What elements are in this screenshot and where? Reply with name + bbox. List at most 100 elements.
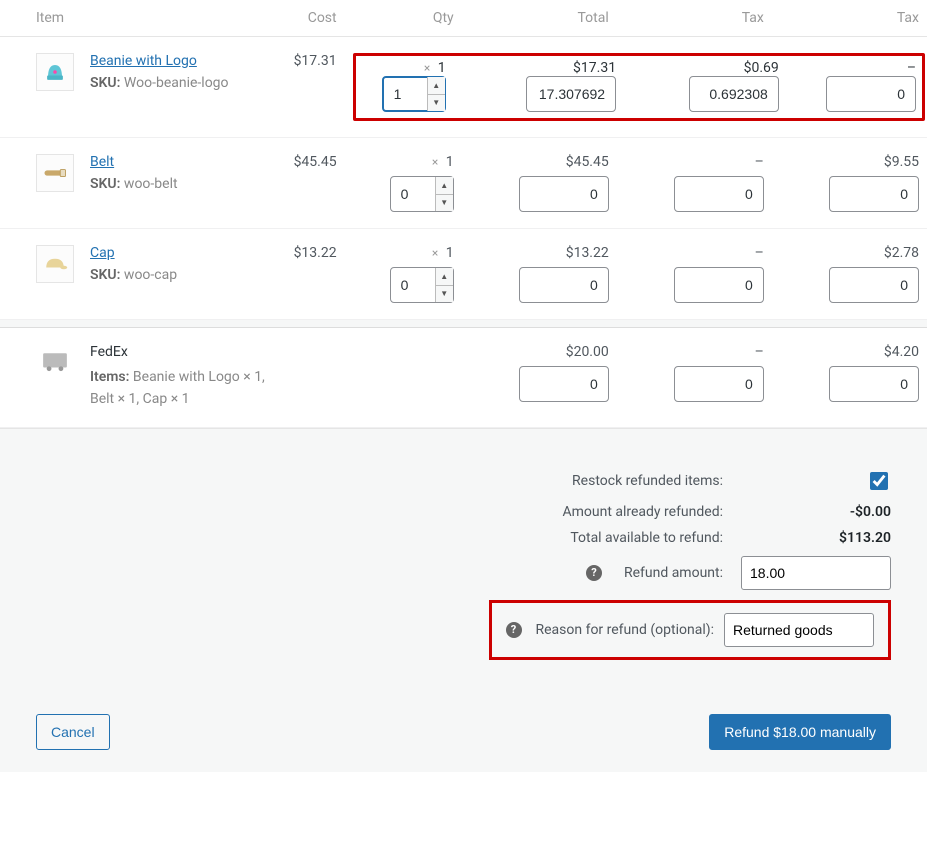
shipping-refund-tax1-input[interactable] [674,366,764,402]
sku-value: woo-belt [124,176,178,192]
cancel-button[interactable]: Cancel [36,714,110,750]
shipping-items-label: Items: [90,369,129,385]
available-refund-row: Total available to refund: $113.20 [36,530,891,546]
refund-tax2-input[interactable] [829,176,919,212]
stepper-up-icon[interactable]: ▲ [436,268,453,286]
refund-qty-display: × 1 [353,245,454,261]
shipping-refund-tax2-input[interactable] [829,366,919,402]
stepper-down-icon[interactable]: ▼ [436,286,453,303]
header-item: Item [0,0,286,37]
refund-tax1-input[interactable] [689,76,779,112]
cost-cell: $17.31 [286,37,345,138]
refund-tax1-cell: – [617,229,772,320]
stepper-down-icon[interactable]: ▼ [436,195,453,212]
refund-tax2-input[interactable] [829,267,919,303]
refund-total-display: $45.45 [470,154,609,170]
product-thumbnail[interactable] [36,53,74,91]
cost-cell: $45.45 [286,138,345,229]
refund-total-cell: $45.45 [462,138,617,229]
refund-tax1-display: – [625,245,764,261]
restock-row: Restock refunded items: [36,469,891,494]
available-refund-label: Total available to refund: [570,530,723,546]
header-tax1: Tax [617,0,772,37]
product-link[interactable]: Cap [90,245,115,261]
item-name-cell: Cap SKU: woo-cap [82,229,286,320]
refund-tax1-input[interactable] [674,176,764,212]
sku-value: Woo-beanie-logo [124,75,229,91]
sku-value: woo-cap [124,267,177,283]
header-cost: Cost [286,0,345,37]
shipping-refund-tax2-display: $4.20 [780,344,919,360]
refund-tax2-display: – [907,60,916,76]
stepper-up-icon[interactable]: ▲ [428,77,445,95]
refund-total-input[interactable] [519,267,609,303]
restock-label: Restock refunded items: [572,473,723,489]
refund-tax2-display: $9.55 [780,154,919,170]
refund-amount-input[interactable] [741,556,891,590]
refund-reason-label: Reason for refund (optional): [536,622,715,638]
help-icon[interactable]: ? [506,622,522,638]
refund-highlight-group: × 1▲▼ $17.31 $0.69 – [345,37,927,138]
stepper-up-icon[interactable]: ▲ [436,177,453,195]
product-thumbnail[interactable] [36,154,74,192]
refund-amount-row: ? Refund amount: [36,556,891,590]
product-link[interactable]: Belt [90,154,114,170]
shipping-method: FedEx [90,344,278,360]
refund-total-display: $13.22 [470,245,609,261]
refund-qty-cell: × 1 ▲▼ [345,138,462,229]
restock-checkbox[interactable] [870,472,888,490]
product-thumbnail[interactable] [36,245,74,283]
refund-tax1-cell: – [617,138,772,229]
refund-tax2-display: $2.78 [780,245,919,261]
shipping-refund-total-display: $20.00 [470,344,609,360]
refund-total-cell: $13.22 [462,229,617,320]
table-row: BeltSKU: woo-belt$45.45× 1▲▼$45.45–$9.55 [0,138,927,229]
refund-totals: Restock refunded items: Amount already r… [0,428,927,700]
header-qty: Qty [345,0,462,37]
refund-tax2-input[interactable] [826,76,916,112]
stepper-down-icon[interactable]: ▼ [428,95,445,112]
sku-label: SKU: [90,176,120,192]
refund-tax2-cell: $2.78 [772,229,927,320]
refund-tax1-display: – [625,154,764,170]
product-link[interactable]: Beanie with Logo [90,53,197,69]
order-items-panel: Item Cost Qty Total Tax Tax Beanie with … [0,0,927,772]
shipping-refund-tax1-cell: – [617,328,772,428]
header-tax2: Tax [772,0,927,37]
already-refunded-row: Amount already refunded: -$0.00 [36,504,891,520]
refund-tax2-cell: $9.55 [772,138,927,229]
cost-cell: $13.22 [286,229,345,320]
refund-amount-label: Refund amount: [624,565,723,581]
sku-label: SKU: [90,267,120,283]
refund-reason-row: ? Reason for refund (optional): [36,600,891,660]
item-name-cell: Beanie with Logo SKU: Woo-beanie-logo [82,37,286,138]
header-total: Total [462,0,617,37]
shipping-refund-total-cell: $20.00 [462,328,617,428]
table-row: Beanie with Logo SKU: Woo-beanie-logo $17.… [0,37,927,138]
available-refund-value: $113.20 [741,530,891,546]
shipping-name-cell: FedExItems: Beanie with Logo × 1, Belt ×… [82,328,286,428]
refund-total-input[interactable] [519,176,609,212]
truck-icon [36,344,74,372]
refund-tax1-input[interactable] [674,267,764,303]
reason-highlight: ? Reason for refund (optional): [489,600,892,660]
refund-manually-button[interactable]: Refund $18.00 manually [709,714,891,750]
refund-qty-cell: × 1 ▲▼ [345,229,462,320]
refund-reason-input[interactable] [724,613,874,647]
items-table: Item Cost Qty Total Tax Tax Beanie with … [0,0,927,428]
item-name-cell: Belt SKU: woo-belt [82,138,286,229]
refund-total-input[interactable] [526,76,616,112]
refund-actions: Cancel Refund $18.00 manually [0,700,927,772]
already-refunded-label: Amount already refunded: [562,504,723,520]
already-refunded-value: -$0.00 [741,504,891,520]
help-icon[interactable]: ? [586,565,602,581]
refund-tax1-display: $0.69 [744,60,779,76]
shipping-row: FedExItems: Beanie with Logo × 1, Belt ×… [0,328,927,428]
refund-total-display: $17.31 [573,60,616,76]
refund-qty-display: × 1 [353,154,454,170]
shipping-refund-tax2-cell: $4.20 [772,328,927,428]
shipping-refund-tax1-display: – [625,344,764,360]
shipping-refund-total-input[interactable] [519,366,609,402]
sku-label: SKU: [90,75,120,91]
refund-qty-display: × 1 [424,60,446,76]
